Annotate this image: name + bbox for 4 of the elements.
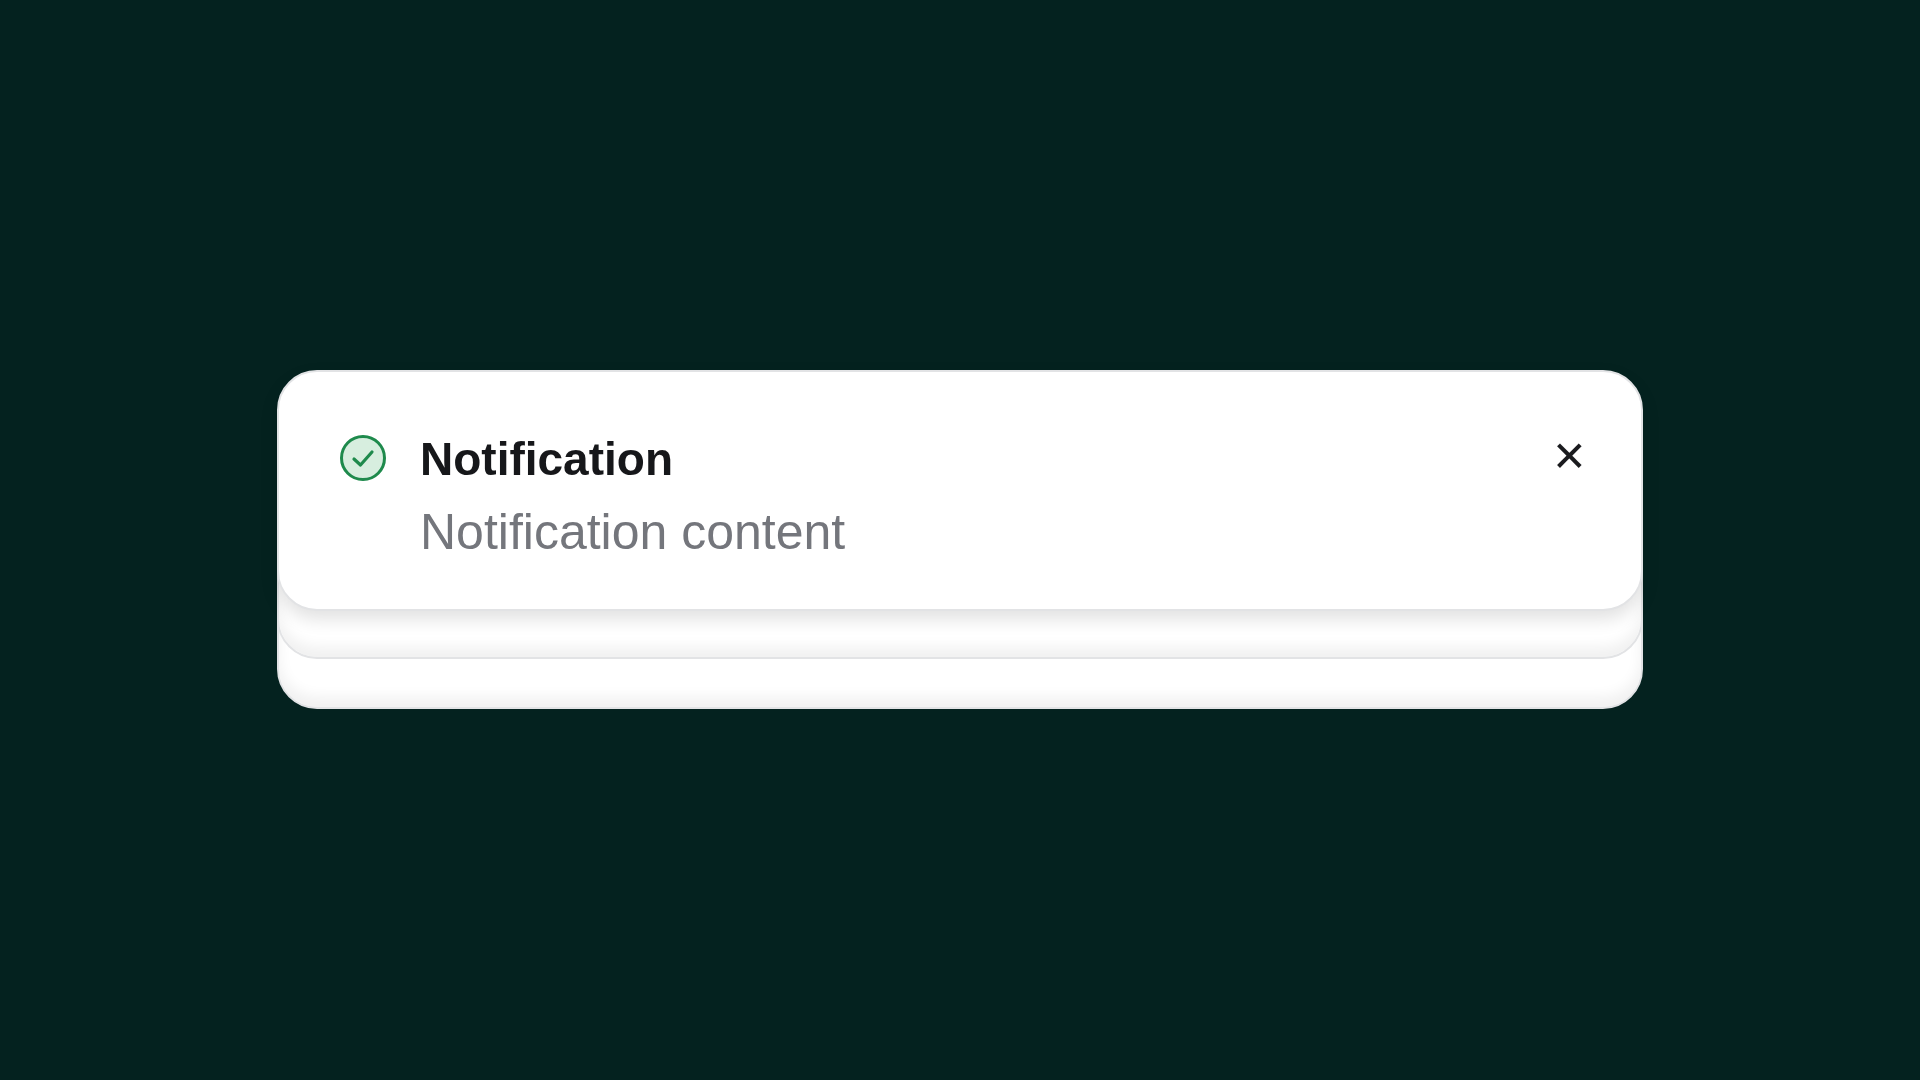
notification-title: Notification — [420, 432, 674, 487]
check-circle-icon — [339, 434, 387, 482]
close-button[interactable]: ✕ — [1547, 436, 1591, 478]
notification-message: Notification content — [420, 502, 847, 562]
